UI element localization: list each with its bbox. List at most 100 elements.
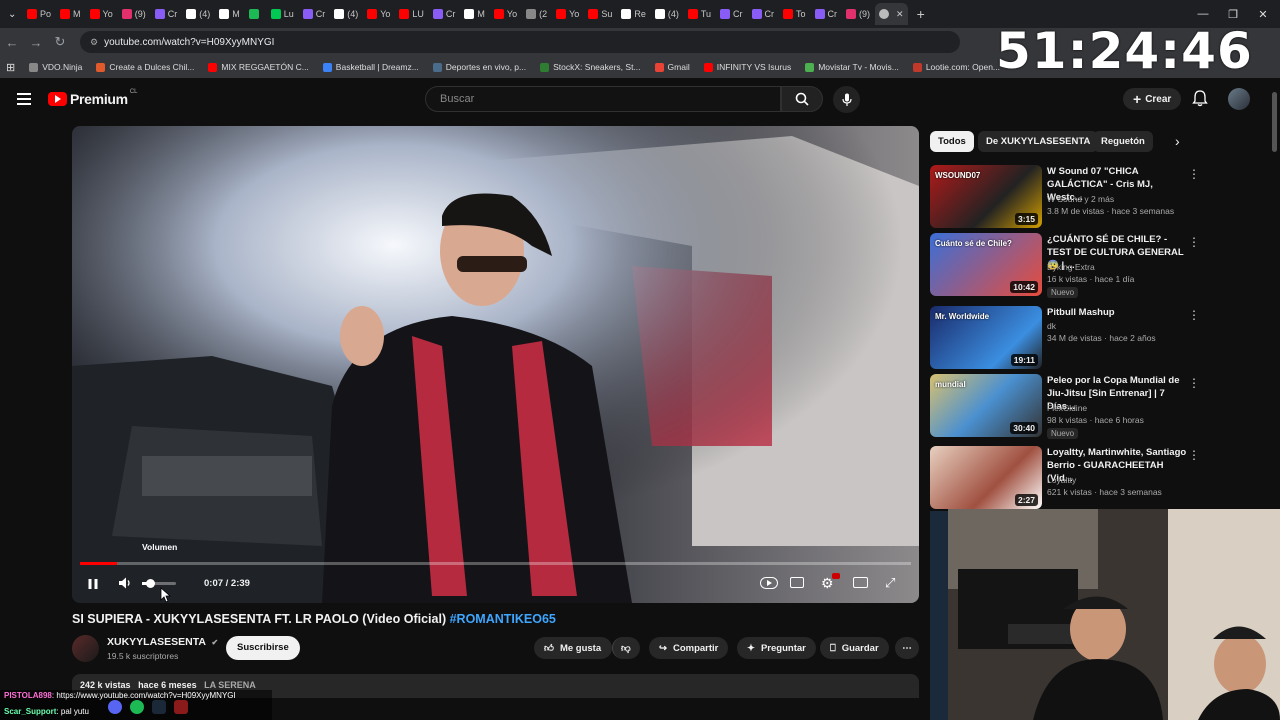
hashtag-link[interactable]: #ROMANTIKEO65: [450, 612, 556, 626]
subscribe-button[interactable]: Suscribirse: [226, 636, 300, 660]
forward-button[interactable]: →: [24, 30, 48, 54]
bookmark-item[interactable]: Movistar Tv - Movis...: [805, 62, 899, 72]
browser-tab[interactable]: Cr: [429, 3, 460, 25]
browser-tab[interactable]: M: [215, 3, 244, 25]
browser-tab[interactable]: Cr: [811, 3, 842, 25]
create-button[interactable]: + Crear: [1123, 88, 1182, 110]
browser-tab[interactable]: Yo: [552, 3, 583, 25]
dislike-button[interactable]: 👎︎: [612, 637, 640, 659]
recommendation-menu-icon[interactable]: ⋮: [1188, 167, 1200, 181]
browser-tab[interactable]: Cr: [151, 3, 182, 25]
browser-tab[interactable]: Su: [584, 3, 616, 25]
browser-tab[interactable]: Yo: [490, 3, 521, 25]
scrollbar-thumb[interactable]: [1272, 92, 1277, 152]
recommendation-menu-icon[interactable]: ⋮: [1188, 448, 1200, 462]
pause-button[interactable]: [87, 577, 99, 595]
discord-icon[interactable]: [108, 700, 122, 714]
bookmark-item[interactable]: INFINITY VS Isurus: [703, 62, 791, 72]
browser-tab[interactable]: (9): [842, 3, 874, 25]
menu-icon[interactable]: [17, 93, 31, 105]
browser-tab[interactable]: (4): [182, 3, 214, 25]
recommendation-menu-icon[interactable]: ⋮: [1188, 376, 1200, 390]
browser-tab[interactable]: LU: [395, 3, 428, 25]
recommendation-item[interactable]: mundial 30:40 Peleo por la Copa Mundial …: [930, 374, 1200, 439]
volume-slider[interactable]: [142, 579, 176, 588]
bookmark-item[interactable]: Deportes en vivo, p...: [432, 62, 526, 72]
autoplay-toggle[interactable]: [760, 577, 778, 589]
channel-avatar[interactable]: [72, 635, 99, 662]
progress-bar[interactable]: [80, 562, 911, 565]
back-button[interactable]: ←: [0, 30, 24, 54]
browser-tab[interactable]: (2: [522, 3, 551, 25]
more-actions-button[interactable]: ⋯: [895, 637, 919, 659]
browser-tab[interactable]: M: [460, 3, 489, 25]
active-tab[interactable]: ✕: [875, 3, 908, 25]
bookmark-item[interactable]: VDO.Ninja: [29, 62, 82, 72]
location-tag[interactable]: LA SERENA: [204, 680, 256, 690]
reload-button[interactable]: ↻: [48, 30, 72, 54]
site-info-icon[interactable]: ⚙: [90, 37, 98, 48]
search-input[interactable]: Buscar: [425, 86, 781, 112]
chip-reggaeton[interactable]: Reguetón: [1093, 131, 1153, 152]
browser-tab[interactable]: [245, 3, 266, 25]
browser-tab[interactable]: (9): [118, 3, 150, 25]
avatar[interactable]: [1228, 88, 1250, 110]
bookmark-item[interactable]: Gmail: [654, 62, 690, 72]
recommendation-item[interactable]: WSOUND07 3:15 W Sound 07 "CHICA GALÁCTIC…: [930, 165, 1200, 229]
volume-thumb[interactable]: [146, 579, 155, 588]
youtube-logo[interactable]: Premium CL: [48, 89, 137, 107]
recommendation-menu-icon[interactable]: ⋮: [1188, 308, 1200, 322]
browser-tab[interactable]: Tu: [684, 3, 715, 25]
spotify-icon[interactable]: [130, 700, 144, 714]
recommendation-thumbnail[interactable]: Mr. Worldwide 19:11: [930, 306, 1042, 369]
chips-next-icon[interactable]: ›: [1175, 133, 1180, 149]
recommendation-thumbnail[interactable]: Cuánto sé de Chile? 10:42: [930, 233, 1042, 296]
tab-close-icon[interactable]: ✕: [896, 9, 904, 20]
recommendation-thumbnail[interactable]: 2:27: [930, 446, 1042, 509]
recommendation-item[interactable]: Cuánto sé de Chile? 10:42 ¿CUÁNTO SÉ DE …: [930, 233, 1200, 298]
mute-button[interactable]: [118, 576, 132, 595]
fullscreen-icon[interactable]: ⤢: [885, 575, 895, 591]
browser-tab[interactable]: Lu: [267, 3, 298, 25]
browser-tab[interactable]: (4): [651, 3, 683, 25]
channel-name[interactable]: XUKYYLASESENTA: [107, 636, 206, 648]
browser-tab[interactable]: Po: [23, 3, 55, 25]
url-field[interactable]: ⚙ youtube.com/watch?v=H09XyyMNYGI: [80, 31, 960, 53]
browser-tab[interactable]: (4): [330, 3, 362, 25]
tab-list-chevron[interactable]: ⌄: [4, 3, 22, 25]
recommendation-item[interactable]: 2:27 Loyaltty, Martinwhite, Santiago Ber…: [930, 446, 1200, 510]
subtitles-icon[interactable]: [790, 577, 804, 588]
browser-tab[interactable]: Re: [617, 3, 650, 25]
new-tab-button[interactable]: +: [913, 3, 929, 25]
browser-tab[interactable]: To: [779, 3, 810, 25]
bookmark-item[interactable]: Create a Dulces Chil...: [96, 62, 194, 72]
theater-mode-icon[interactable]: [853, 577, 868, 588]
browser-tab[interactable]: Cr: [299, 3, 330, 25]
video-player[interactable]: Volumen 0:07 / 2:39 ⚙ ⤢: [72, 126, 919, 603]
bookmark-item[interactable]: Lootie.com: Open...: [912, 62, 1000, 72]
recommendation-thumbnail[interactable]: mundial 30:40: [930, 374, 1042, 437]
ask-button[interactable]: ✦ Preguntar: [737, 637, 816, 659]
bookmark-item[interactable]: Basketball | Dreamz...: [322, 62, 419, 72]
notifications-button[interactable]: [1192, 90, 1208, 112]
search-button[interactable]: [781, 86, 823, 112]
share-button[interactable]: ↪ Compartir: [649, 637, 729, 659]
browser-tab[interactable]: Yo: [86, 3, 117, 25]
recommendation-menu-icon[interactable]: ⋮: [1188, 235, 1200, 249]
steam-icon[interactable]: [152, 700, 166, 714]
apps-icon[interactable]: ⊞: [6, 61, 15, 74]
browser-tab[interactable]: M: [56, 3, 85, 25]
chip-all[interactable]: Todos: [930, 131, 974, 152]
app-icon[interactable]: [174, 700, 188, 714]
bookmark-item[interactable]: StockX: Sneakers, St...: [540, 62, 641, 72]
bookmark-item[interactable]: MIX REGGAETÓN C...: [208, 62, 309, 72]
recommendation-item[interactable]: Mr. Worldwide 19:11 Pitbull Mashup dk 34…: [930, 306, 1200, 370]
browser-tab[interactable]: Cr: [748, 3, 779, 25]
save-button[interactable]: ⎕ Guardar: [820, 637, 889, 659]
browser-tab[interactable]: Yo: [363, 3, 394, 25]
browser-tab[interactable]: Cr: [716, 3, 747, 25]
recommendation-thumbnail[interactable]: WSOUND07 3:15: [930, 165, 1042, 228]
voice-search-button[interactable]: [833, 86, 860, 113]
like-button[interactable]: 👍︎ Me gusta: [534, 637, 612, 659]
chip-channel[interactable]: De XUKYYLASESENTA: [978, 131, 1099, 152]
